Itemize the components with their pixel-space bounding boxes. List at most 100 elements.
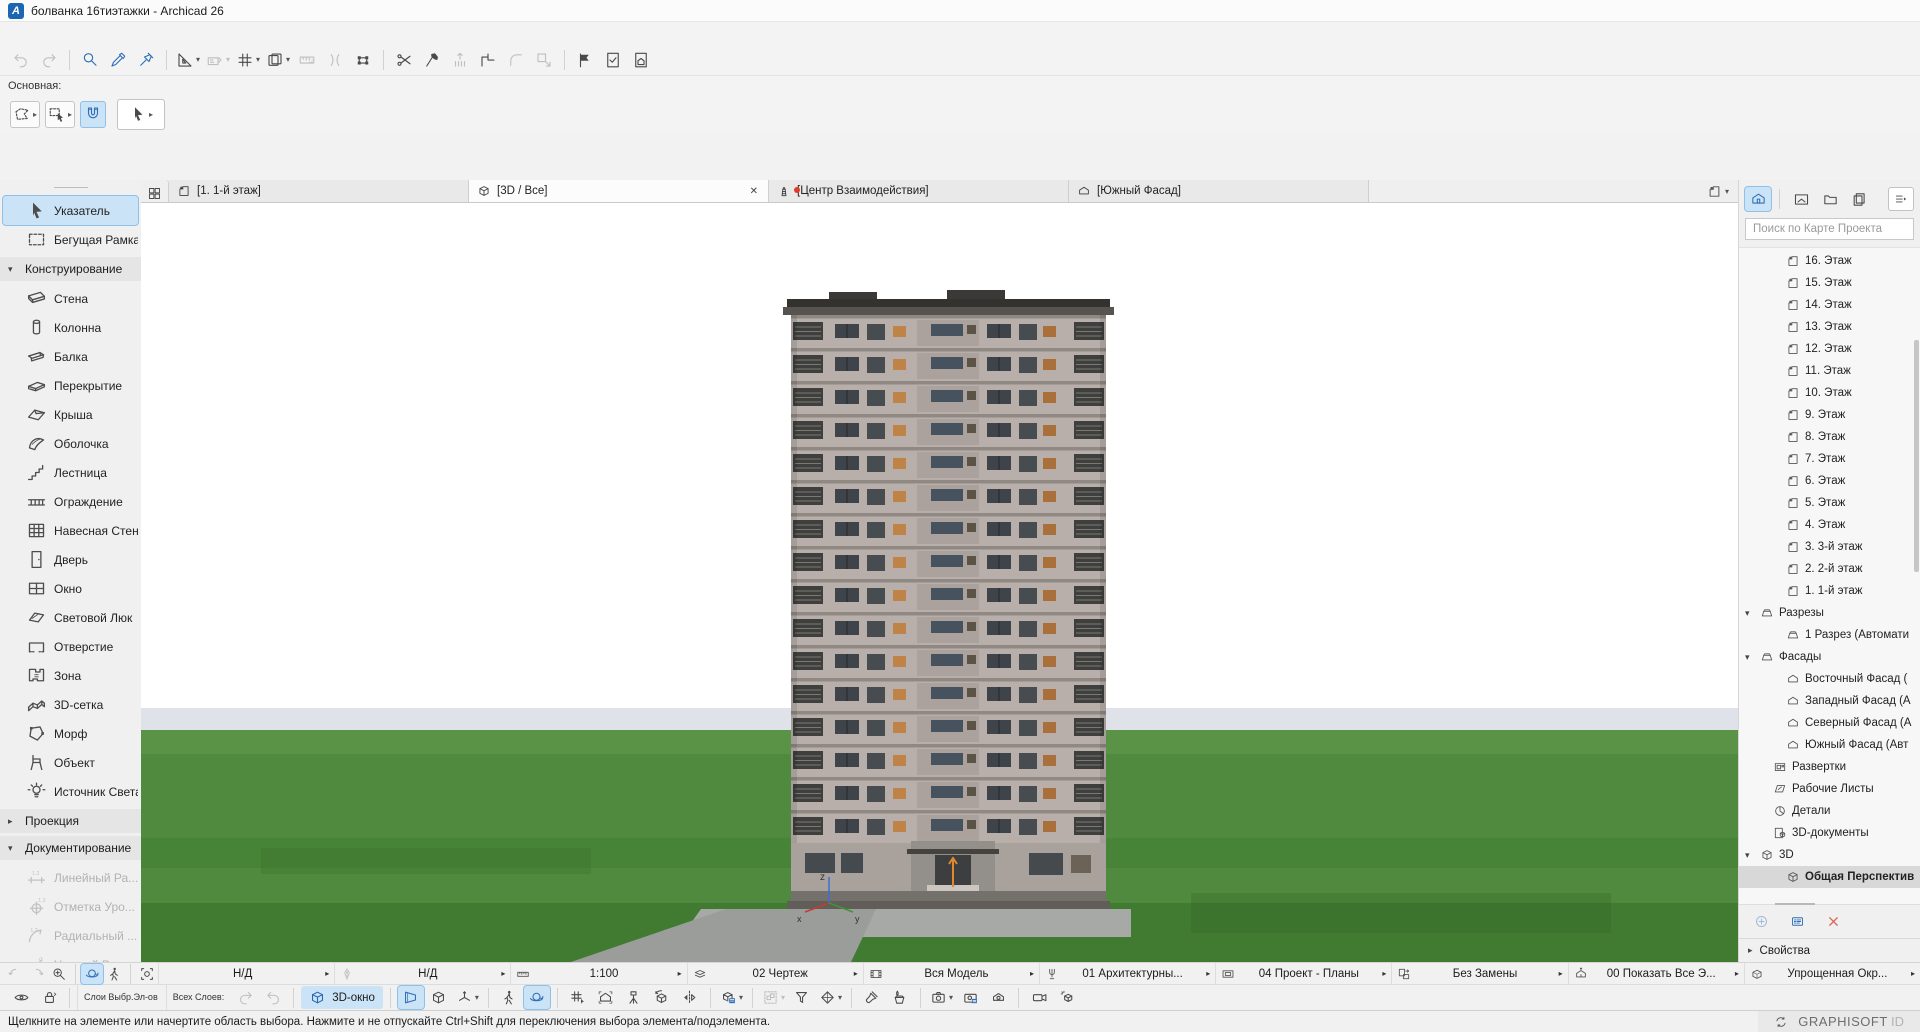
toolbar-button[interactable]: ▾ (204, 47, 232, 73)
toolbar-button[interactable] (133, 47, 159, 73)
tree-item[interactable]: Северный Фасад (А (1739, 712, 1920, 734)
toolbox-item[interactable]: Объект (3, 748, 138, 777)
toolbox-item[interactable]: Зона (3, 661, 138, 690)
toolbar-button[interactable] (985, 986, 1011, 1009)
toolbar-button[interactable] (8, 47, 34, 73)
toolbar-button[interactable] (36, 986, 62, 1009)
menu-item[interactable] (64, 30, 84, 36)
tree-item[interactable]: 8. Этаж (1739, 426, 1920, 448)
quick-option[interactable]: Н/Д▸ (334, 963, 510, 984)
menu-item[interactable] (124, 30, 144, 36)
toolbar-button[interactable] (572, 47, 598, 73)
toolbar-button[interactable]: ▾ (760, 986, 787, 1009)
toolbar-button[interactable]: ▸ (117, 99, 165, 130)
toolbar-button[interactable] (350, 47, 376, 73)
window-control-button[interactable] (1832, 0, 1876, 21)
tree-item[interactable]: 9. Этаж (1739, 404, 1920, 426)
toolbar-button[interactable] (859, 986, 885, 1009)
toolbar-button[interactable] (322, 47, 348, 73)
tree-item[interactable]: 7. Этаж (1739, 448, 1920, 470)
toolbar-button[interactable] (593, 986, 619, 1009)
toolbar-button[interactable] (260, 986, 286, 1009)
toolbar-button[interactable]: ▸ (10, 101, 40, 128)
toolbar-button[interactable] (8, 986, 34, 1009)
toolbar-button[interactable]: ▾ (454, 986, 481, 1009)
tree-item[interactable]: Общая Перспектив (1739, 866, 1920, 888)
tree-item[interactable]: 1 Разрез (Автомати (1739, 624, 1920, 646)
tree-item[interactable]: ▾Разрезы (1739, 602, 1920, 624)
toolbar-button[interactable]: ▾ (817, 986, 844, 1009)
toolbox-item[interactable]: Угловой Разм... (3, 950, 138, 962)
toolbar-button[interactable] (496, 986, 522, 1009)
quick-option[interactable]: 00 Показать Все Э...▸ (1568, 963, 1744, 984)
toolbox-item[interactable]: Оболочка (3, 429, 138, 458)
tree-item[interactable]: 1. 1-й этаж (1739, 580, 1920, 602)
doc-window-control-button[interactable] (1830, 22, 1860, 44)
toolbar-button[interactable] (677, 986, 703, 1009)
tree-item[interactable]: 2. 2-й этаж (1739, 558, 1920, 580)
toolbar-button[interactable] (600, 47, 626, 73)
toolbar-button[interactable] (77, 47, 103, 73)
toolbox-item[interactable]: Радиальный ... (3, 921, 138, 950)
tree-item[interactable]: 3D-документы (1739, 822, 1920, 844)
tree-item[interactable]: 6. Этаж (1739, 470, 1920, 492)
toolbox-item[interactable]: Окно (3, 574, 138, 603)
3d-viewport[interactable]: z x y (141, 203, 1738, 962)
menu-item[interactable] (24, 30, 44, 36)
tree-item[interactable]: Детали (1739, 800, 1920, 822)
navigator-menu-button[interactable] (1888, 187, 1914, 211)
quick-option[interactable]: Вся Модель▸ (863, 963, 1039, 984)
toolbar-button[interactable]: 3D-окно (301, 986, 383, 1009)
toolbar-button[interactable] (621, 986, 647, 1009)
navigator-mode-button[interactable] (1817, 187, 1843, 211)
toolbox-item[interactable]: Световой Люк (3, 603, 138, 632)
close-tab-icon[interactable]: ✕ (748, 186, 760, 197)
toolbox-item[interactable]: Перекрытие (3, 371, 138, 400)
toolbox-item[interactable]: Стена (3, 284, 138, 313)
menu-item[interactable] (44, 30, 64, 36)
quick-option[interactable]: 01 Архитектурны...▸ (1039, 963, 1215, 984)
tree-item[interactable]: 13. Этаж (1739, 316, 1920, 338)
toolbox-item[interactable]: Ограждение (3, 487, 138, 516)
navigator-mode-button[interactable] (1788, 187, 1814, 211)
tree-scrollbar[interactable] (1914, 340, 1919, 572)
tree-item[interactable]: Рабочие Листы (1739, 778, 1920, 800)
view-nav-button[interactable] (136, 964, 158, 984)
window-control-button[interactable] (1788, 0, 1832, 21)
toolbar-button[interactable] (398, 986, 424, 1009)
toolbar-button[interactable] (391, 47, 417, 73)
toolbar-button[interactable] (524, 986, 550, 1009)
tree-item[interactable]: Западный Фасад (А (1739, 690, 1920, 712)
toolbox-item[interactable]: 3D-сетка (3, 690, 138, 719)
view-nav-button[interactable] (48, 964, 70, 984)
toolbar-button[interactable] (1054, 986, 1080, 1009)
tree-item[interactable]: Южный Фасад (Авт (1739, 734, 1920, 756)
tree-item[interactable]: ▾3D (1739, 844, 1920, 866)
tree-item[interactable]: 15. Этаж (1739, 272, 1920, 294)
toolbar-button[interactable] (887, 986, 913, 1009)
toolbar-button[interactable]: ▾ (234, 47, 262, 73)
toolbox-item[interactable]: ▾Конструирование (0, 257, 141, 281)
view-tab[interactable]: [3D / Все]✕ (469, 180, 769, 202)
view-nav-button[interactable] (4, 964, 26, 984)
toolbar-button[interactable]: ▾ (264, 47, 292, 73)
toolbox-item[interactable]: Дверь (3, 545, 138, 574)
tree-item[interactable]: 16. Этаж (1739, 250, 1920, 272)
toolbar-button[interactable] (503, 47, 529, 73)
tree-item[interactable]: 4. Этаж (1739, 514, 1920, 536)
window-control-button[interactable] (1876, 0, 1920, 21)
toolbar-button[interactable] (426, 986, 452, 1009)
navigator-mode-button[interactable] (1846, 187, 1872, 211)
quick-option[interactable]: 04 Проект - Планы▸ (1215, 963, 1391, 984)
toolbar-button[interactable] (475, 47, 501, 73)
tree-item[interactable]: 3. 3-й этаж (1739, 536, 1920, 558)
toolbox-item[interactable]: Крыша (3, 400, 138, 429)
toolbox-item[interactable]: Колонна (3, 313, 138, 342)
toolbox-item[interactable]: Лестница (3, 458, 138, 487)
tree-item[interactable]: Развертки (1739, 756, 1920, 778)
tree-item[interactable]: ▾Фасады (1739, 646, 1920, 668)
toolbox-item[interactable]: Балка (3, 342, 138, 371)
menu-item[interactable] (4, 30, 24, 36)
tab-menu-button[interactable]: ▾ (1698, 180, 1738, 202)
toolbar-button[interactable] (36, 47, 62, 73)
